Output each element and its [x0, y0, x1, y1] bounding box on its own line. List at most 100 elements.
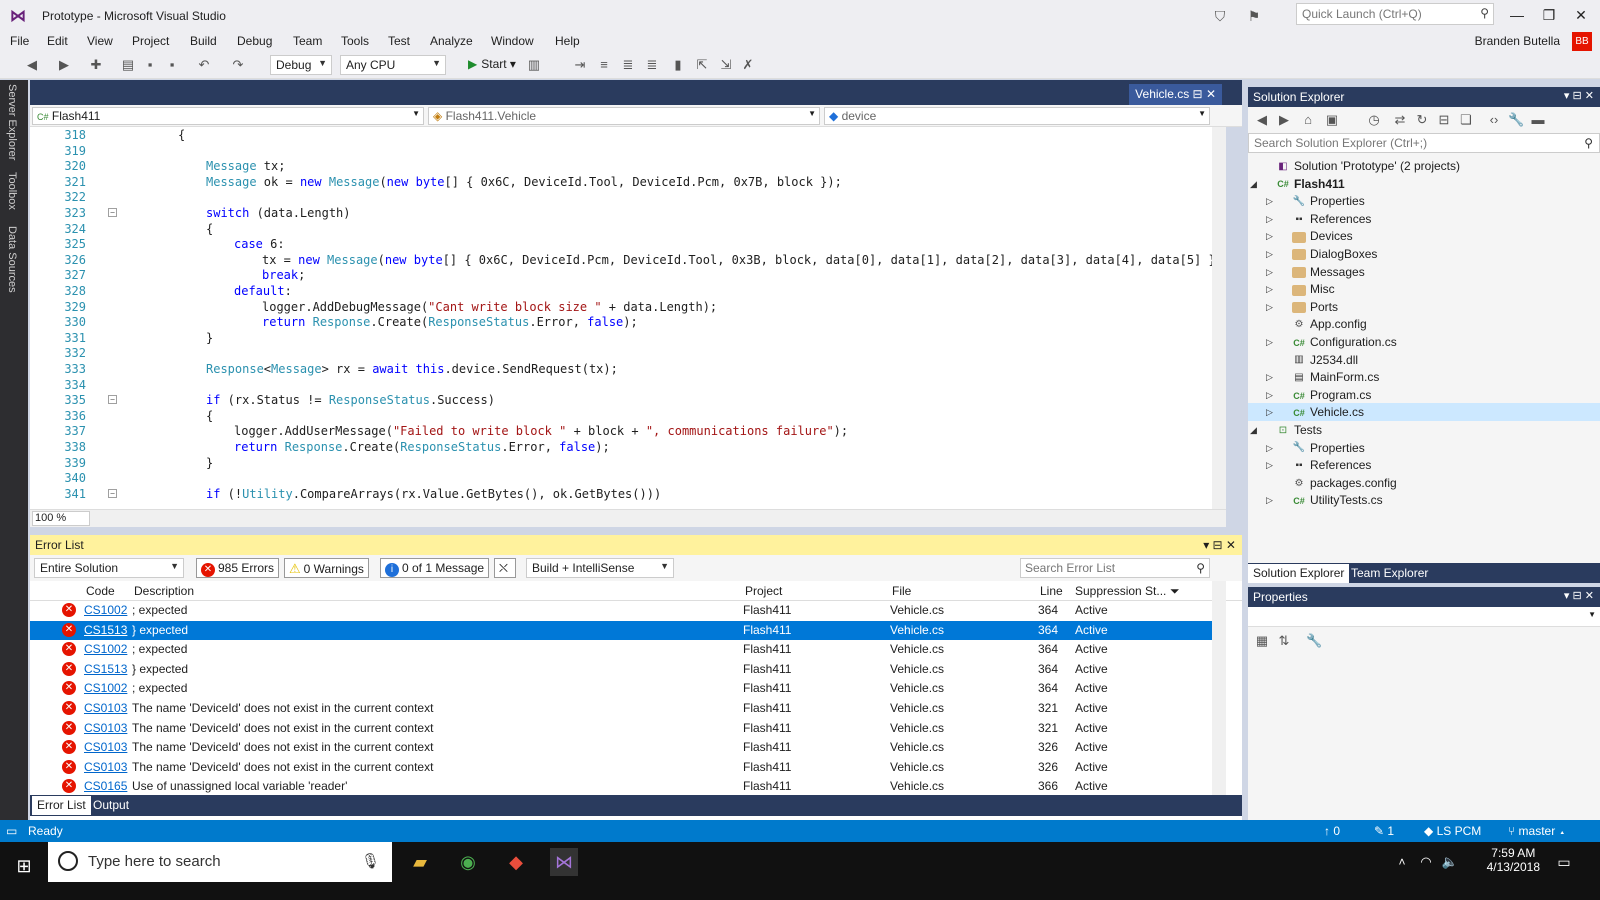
- save-icon[interactable]: ▪: [142, 57, 158, 73]
- menu-view[interactable]: View: [87, 34, 113, 48]
- column-project[interactable]: Project: [745, 584, 782, 598]
- code-editor[interactable]: 318 {319 320 Message tx; 321 Message ok = new…: [30, 127, 1226, 509]
- code-line[interactable]: 324 {: [30, 221, 1226, 237]
- step-icon[interactable]: ⇥: [572, 57, 588, 73]
- tab-output[interactable]: Output: [88, 796, 134, 815]
- menu-tools[interactable]: Tools: [341, 34, 369, 48]
- code-line[interactable]: 330 return Response.Create(ResponseStatus…: [30, 314, 1226, 330]
- code-line[interactable]: 340: [30, 470, 1226, 486]
- column-suppression[interactable]: Suppression St...: [1075, 584, 1166, 598]
- tree-item[interactable]: ▥ J2534.dll: [1248, 351, 1600, 369]
- editor-vertical-scrollbar[interactable]: [1212, 127, 1226, 509]
- code-line[interactable]: 339}: [30, 455, 1226, 471]
- clear-filter-button[interactable]: ⛌: [494, 558, 516, 578]
- bookmark-icon[interactable]: ▮: [670, 57, 686, 73]
- tree-item[interactable]: ▷ Ports: [1248, 298, 1600, 316]
- format-icon[interactable]: ≡: [596, 57, 612, 73]
- tree-item[interactable]: ◧ Solution 'Prototype' (2 projects): [1248, 157, 1600, 175]
- switch-views-icon[interactable]: ▣: [1324, 112, 1340, 128]
- visual-studio-taskbar-icon[interactable]: ⋈: [550, 848, 578, 876]
- collapsed-arrow-icon[interactable]: ▷: [1266, 386, 1273, 404]
- error-code[interactable]: CS0103: [84, 758, 127, 777]
- microphone-icon[interactable]: 🎙: [361, 852, 380, 870]
- tree-item[interactable]: ▷ DialogBoxes: [1248, 245, 1600, 263]
- properties-object-select[interactable]: ▼: [1248, 607, 1600, 627]
- fold-toggle-icon[interactable]: −: [108, 208, 117, 217]
- tree-item[interactable]: ▷ C# Vehicle.cs: [1248, 403, 1600, 422]
- alphabetical-icon[interactable]: ⇅: [1276, 633, 1292, 649]
- messages-filter-button[interactable]: i0 of 1 Message: [380, 558, 490, 578]
- code-line[interactable]: 332: [30, 345, 1226, 361]
- collapsed-arrow-icon[interactable]: ▷: [1266, 439, 1273, 457]
- error-code[interactable]: CS1002: [84, 640, 127, 659]
- file-explorer-icon[interactable]: ▰: [406, 848, 434, 876]
- menu-project[interactable]: Project: [132, 34, 169, 48]
- tree-item[interactable]: ⚙ packages.config: [1248, 474, 1600, 492]
- uncomment-icon[interactable]: ≣: [644, 57, 660, 73]
- code-line[interactable]: 323 − switch (data.Length): [30, 205, 1226, 221]
- error-code[interactable]: CS1513: [84, 621, 127, 640]
- error-code[interactable]: CS1002: [84, 679, 127, 698]
- tree-item[interactable]: ▷ Misc: [1248, 280, 1600, 298]
- collapsed-arrow-icon[interactable]: ▷: [1266, 491, 1273, 509]
- code-line[interactable]: 328 default:: [30, 283, 1226, 299]
- preview-icon[interactable]: ▬: [1530, 112, 1546, 128]
- notifications-icon[interactable]: ⚑: [1244, 6, 1264, 26]
- menu-analyze[interactable]: Analyze: [430, 34, 473, 48]
- error-code[interactable]: CS0103: [84, 699, 127, 718]
- menu-file[interactable]: File: [10, 34, 29, 48]
- unpushed-commits[interactable]: ↑ 0: [1324, 824, 1340, 838]
- bookmark-prev-icon[interactable]: ⇱: [694, 57, 710, 73]
- scope-select[interactable]: Entire Solution ▼: [34, 558, 184, 578]
- tree-item[interactable]: ◢ C# Flash411: [1248, 175, 1600, 193]
- column-line[interactable]: Line: [1040, 584, 1063, 598]
- git-client-icon[interactable]: ◆: [502, 848, 530, 876]
- tree-item[interactable]: ▷ C# Program.cs: [1248, 386, 1600, 404]
- column-code[interactable]: Code: [86, 584, 115, 598]
- code-line[interactable]: 320 Message tx;: [30, 158, 1226, 174]
- menu-help[interactable]: Help: [555, 34, 580, 48]
- home-icon[interactable]: ⌂: [1300, 112, 1316, 128]
- error-search-input[interactable]: Search Error List ⚲: [1020, 558, 1210, 578]
- collapsed-arrow-icon[interactable]: ▷: [1266, 333, 1273, 351]
- tab-solution-explorer[interactable]: Solution Explorer: [1248, 564, 1350, 583]
- warnings-filter-button[interactable]: ⚠ 0 Warnings: [284, 558, 369, 578]
- code-line[interactable]: 321 Message ok = new Message(new byte[] {…: [30, 174, 1226, 190]
- error-row[interactable]: ✕ CS0103 The name 'DeviceId' does not exis…: [30, 758, 1226, 777]
- error-row[interactable]: ✕ CS1002 ; expected Flash411 Vehicle.cs 364 Ac…: [30, 679, 1226, 698]
- menu-team[interactable]: Team: [293, 34, 322, 48]
- tree-item[interactable]: ▷ ▪▪ References: [1248, 210, 1600, 228]
- configuration-select[interactable]: Debug ▼: [270, 55, 332, 75]
- zoom-level[interactable]: 100 %: [32, 511, 90, 526]
- collapsed-arrow-icon[interactable]: ▷: [1266, 192, 1273, 210]
- pending-changes[interactable]: ✎ 1: [1374, 824, 1394, 838]
- sync-icon[interactable]: ⇄: [1392, 112, 1408, 128]
- errors-filter-button[interactable]: ✕ 985 Errors: [196, 558, 280, 578]
- error-row[interactable]: ✕ CS0103 The name 'DeviceId' does not exis…: [30, 738, 1226, 757]
- collapsed-arrow-icon[interactable]: ▷: [1266, 368, 1273, 386]
- tree-item[interactable]: ▷ Messages: [1248, 263, 1600, 281]
- tree-item[interactable]: ◢ ⊡ Tests: [1248, 421, 1600, 439]
- volume-icon[interactable]: 🔈: [1436, 848, 1464, 876]
- view-code-icon[interactable]: ‹›: [1486, 112, 1502, 128]
- tree-item[interactable]: ▷ C# UtilityTests.cs: [1248, 491, 1600, 509]
- collapsed-arrow-icon[interactable]: ▷: [1266, 298, 1273, 316]
- menu-build[interactable]: Build: [190, 34, 217, 48]
- tree-item[interactable]: ▷ Devices: [1248, 227, 1600, 245]
- platform-select[interactable]: Any CPU ▼: [340, 55, 446, 75]
- fold-toggle-icon[interactable]: −: [108, 488, 117, 498]
- code-line[interactable]: 337 logger.AddUserMessage("Failed to writ…: [30, 423, 1226, 439]
- editor-horizontal-scrollbar[interactable]: 100 %: [30, 509, 1226, 527]
- browser-link-icon[interactable]: ▥: [526, 57, 542, 73]
- property-pages-icon[interactable]: 🔧: [1306, 633, 1322, 649]
- back-icon[interactable]: ◀: [1254, 112, 1270, 128]
- refresh-icon[interactable]: ↻: [1414, 112, 1430, 128]
- back-icon[interactable]: ◀: [24, 57, 40, 73]
- error-row[interactable]: ✕ CS1513} expected Flash411 Vehicle.cs 364 Ac…: [30, 620, 1226, 640]
- output-window-icon[interactable]: ▭: [6, 824, 17, 838]
- column-file[interactable]: File: [892, 584, 911, 598]
- project-nav-select[interactable]: C# Flash411 ▼: [32, 107, 424, 125]
- code-line[interactable]: 334: [30, 377, 1226, 393]
- clock[interactable]: 7:59 AM 4/13/2018: [1487, 846, 1540, 874]
- tree-item[interactable]: ▷ C# Configuration.cs: [1248, 333, 1600, 351]
